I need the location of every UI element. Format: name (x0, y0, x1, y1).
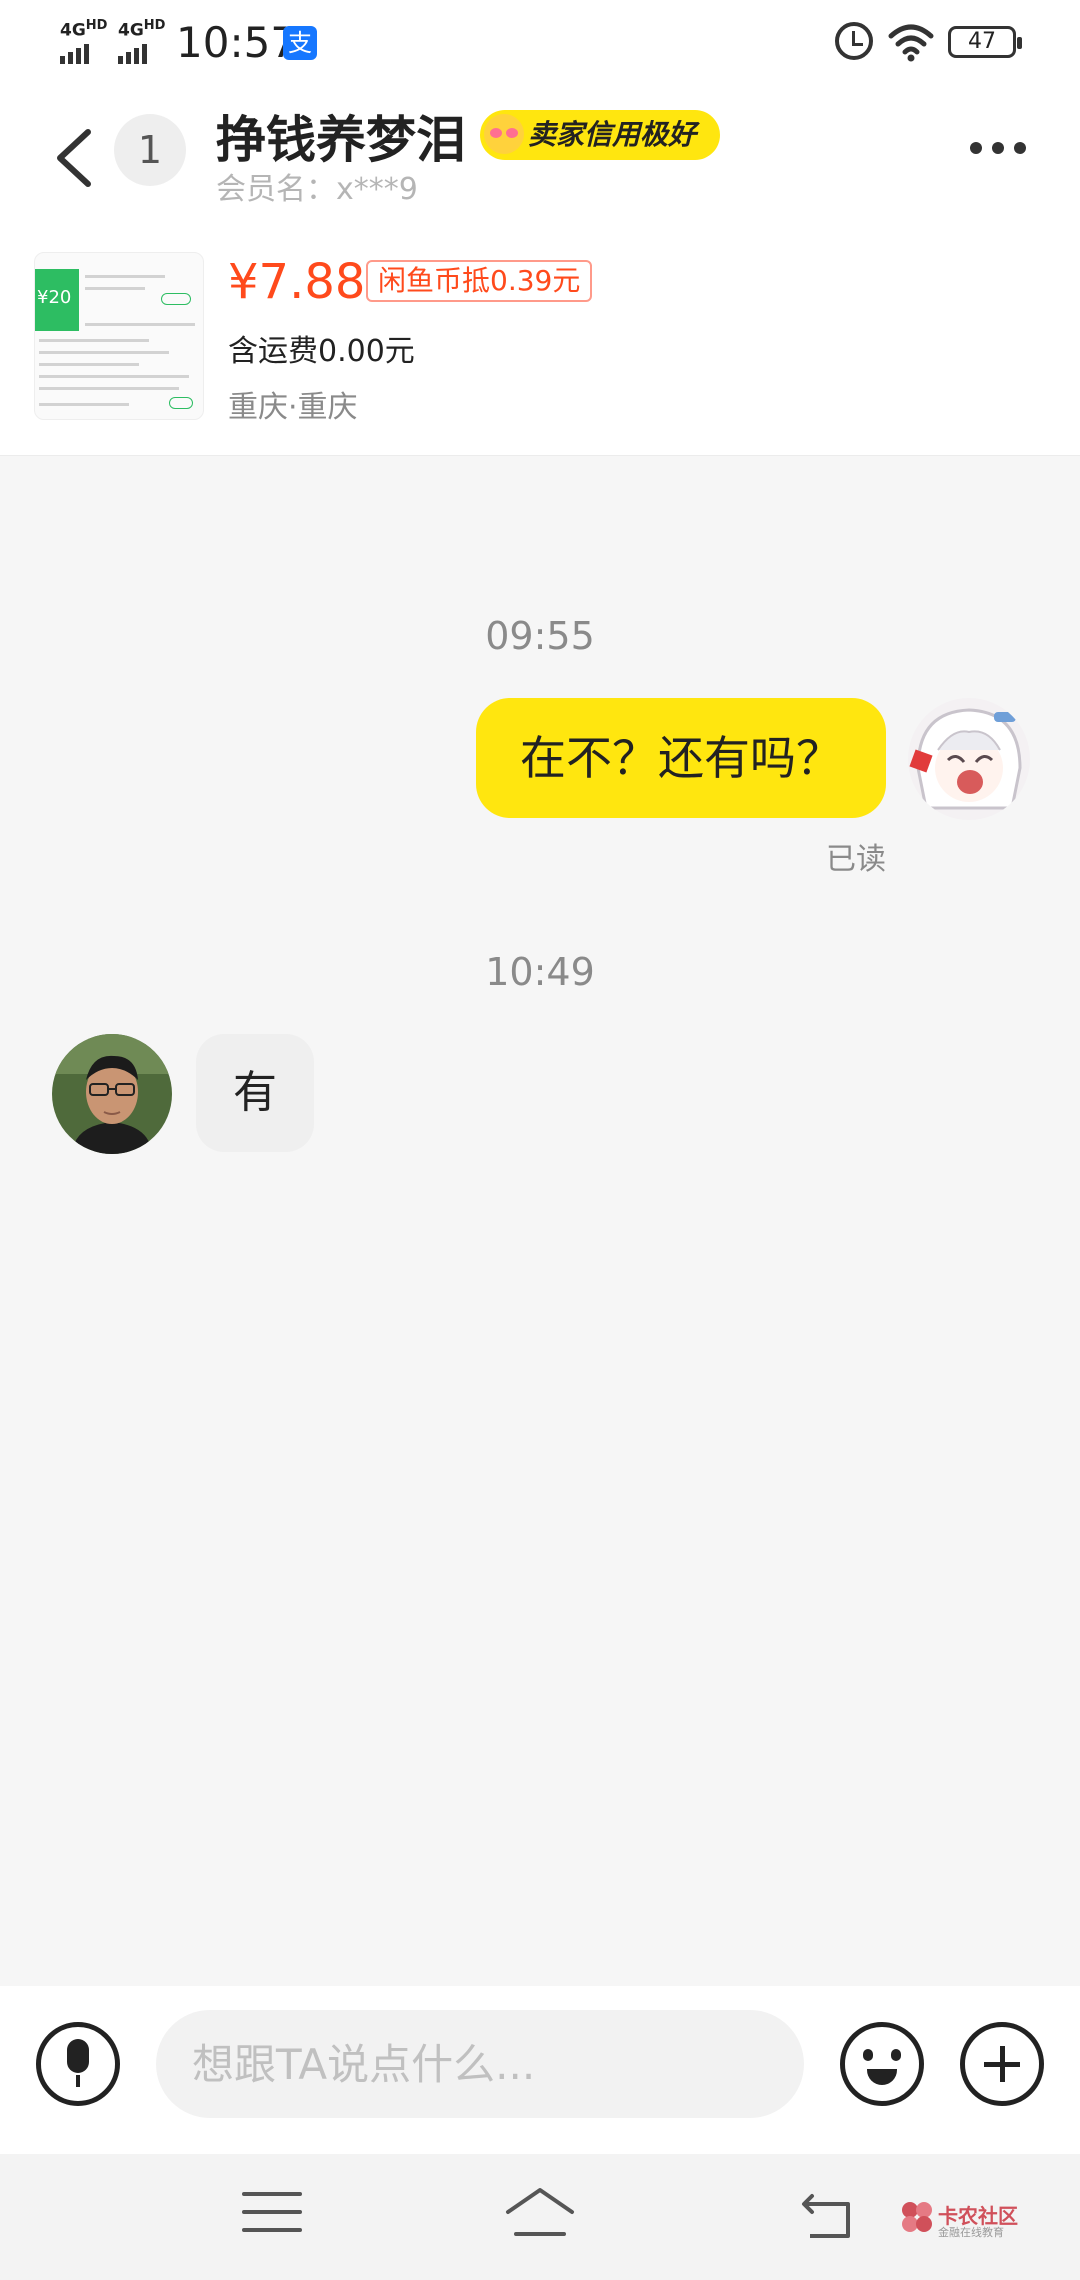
microphone-icon[interactable] (36, 2022, 120, 2106)
status-bar: 4GHD 4GHD 10:57 支 47 (0, 0, 1080, 84)
coin-deduction-tag: 闲鱼币抵0.39元 (366, 260, 593, 302)
chat-header: 1 挣钱养梦泪 卖家信用极好 会员名：x***9 (0, 84, 1080, 224)
shipping-info: 含运费0.00元 (228, 334, 415, 369)
contact-avatar[interactable] (52, 1034, 172, 1154)
sim2-label: 4GHD (118, 18, 165, 41)
my-message-bubble[interactable]: 在不？还有吗？ (476, 698, 886, 818)
read-status: 已读 (826, 842, 886, 877)
watermark-logo: 卡农社区 金融在线教育 (900, 2200, 1060, 2240)
battery-indicator: 47 (948, 26, 1022, 58)
menu-icon[interactable] (242, 2192, 302, 2242)
sim1-hd: HD (85, 18, 108, 33)
product-price: ¥7.88 (228, 254, 366, 310)
sim2-hd: HD (143, 18, 166, 33)
product-thumbnail[interactable]: ¥20 (34, 252, 204, 420)
plus-icon[interactable] (960, 2022, 1044, 2106)
home-icon[interactable] (502, 2184, 578, 2240)
member-id: 会员名：x***9 (216, 172, 418, 207)
more-icon[interactable] (970, 142, 1026, 154)
chevron-left-icon[interactable] (52, 128, 98, 188)
alipay-icon: 支 (283, 26, 317, 60)
contact-message-bubble[interactable]: 有 (196, 1034, 314, 1152)
message-timestamp: 10:49 (485, 950, 595, 994)
product-location: 重庆·重庆 (228, 390, 358, 425)
status-time: 10:57 (176, 18, 298, 67)
input-bar (0, 1986, 1080, 2154)
contact-name: 挣钱养梦泪 (216, 111, 466, 169)
system-navigation-bar: 卡农社区 金融在线教育 (0, 2154, 1080, 2280)
alarm-icon (835, 22, 873, 60)
signal-icon (60, 44, 89, 64)
sim1-label: 4GHD (60, 18, 107, 41)
product-card[interactable]: ¥20 ¥7.88 闲鱼币抵0.39元 含运费0.00元 重庆·重庆 (0, 224, 1080, 456)
thumbnail-coupon: ¥20 (35, 269, 79, 331)
anime-avatar-image (908, 698, 1030, 820)
wifi-icon (888, 24, 934, 62)
kanong-logo-icon (902, 2202, 932, 2232)
message-timestamp: 09:55 (485, 614, 595, 658)
my-avatar[interactable] (908, 698, 1030, 820)
credit-badge[interactable]: 卖家信用极好 (480, 110, 721, 160)
emoji-icon[interactable] (840, 2022, 924, 2106)
sim2-network: 4G (118, 20, 144, 41)
signal-icon (118, 44, 147, 64)
heart-eyes-emoji-icon (484, 114, 524, 154)
back-icon[interactable] (796, 2192, 856, 2242)
contact-photo (52, 1034, 172, 1154)
message-input[interactable] (156, 2010, 804, 2118)
watermark-subtitle: 金融在线教育 (938, 2226, 1004, 2239)
unread-count-badge[interactable]: 1 (114, 114, 186, 186)
sim1-network: 4G (60, 20, 86, 41)
credit-badge-label: 卖家信用极好 (528, 118, 697, 151)
